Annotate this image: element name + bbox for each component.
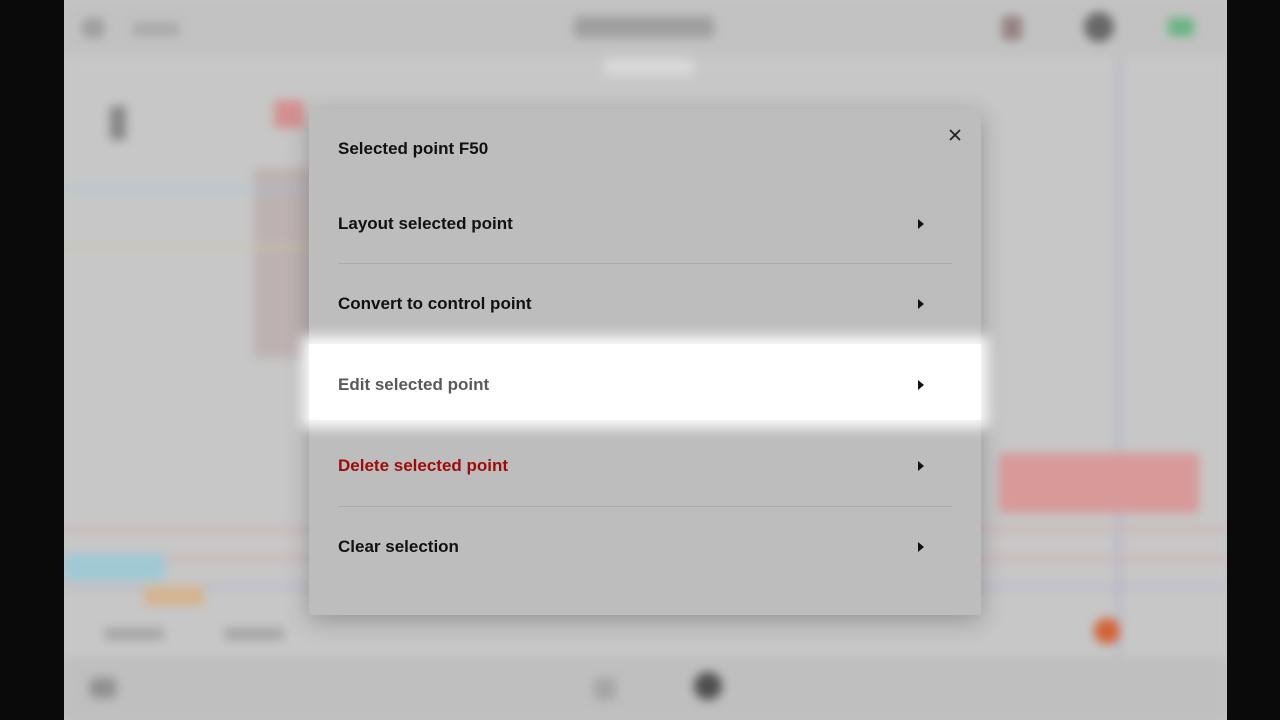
menu-item-label: Convert to control point [338, 294, 532, 313]
dialog-title: Selected point F50 [338, 139, 489, 158]
chevron-right-icon [918, 461, 924, 471]
close-button[interactable] [943, 123, 967, 147]
menu-item-label: Edit selected point [338, 375, 490, 394]
chevron-right-icon [918, 380, 924, 390]
divider [338, 506, 952, 507]
selected-point-dialog: Selected point F50 Layout selected point… [309, 109, 981, 615]
menu-item-label: Delete selected point [338, 456, 509, 475]
menu-item-edit-selected-point[interactable]: Edit selected point [309, 350, 981, 420]
close-icon [949, 129, 961, 141]
chevron-right-icon [918, 542, 924, 552]
menu-item-clear-selection[interactable]: Clear selection [309, 512, 981, 582]
divider [338, 263, 952, 264]
menu-item-layout-selected-point[interactable]: Layout selected point [309, 189, 981, 259]
menu-item-label: Clear selection [338, 537, 459, 556]
chevron-right-icon [918, 219, 924, 229]
menu-item-delete-selected-point[interactable]: Delete selected point [309, 431, 981, 501]
menu-item-label: Layout selected point [338, 214, 513, 233]
menu-item-convert-to-control-point[interactable]: Convert to control point [309, 269, 981, 339]
chevron-right-icon [918, 299, 924, 309]
